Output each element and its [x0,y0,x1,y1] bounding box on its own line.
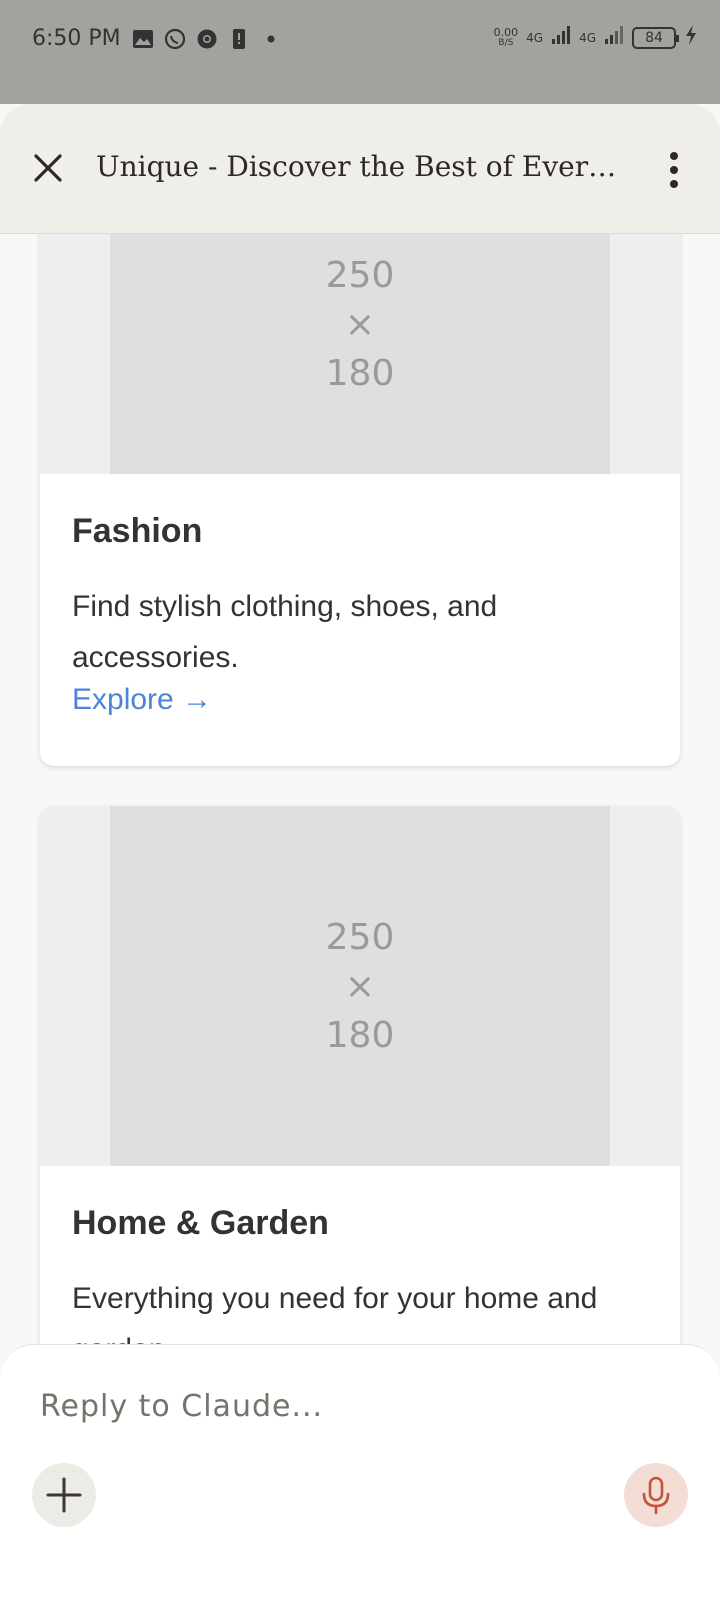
network-speed: 0.00 B/S [494,27,519,49]
kebab-dot [670,166,678,174]
notification-icons [132,28,282,50]
card-image-area: 250 × 180 [40,234,680,474]
voice-input-button[interactable] [624,1463,688,1527]
system-status-icons: 0.00 B/S 4G 4G 84 [494,24,698,51]
category-card-home-garden: 250 × 180 Home & Garden Everything you n… [40,806,680,1344]
kebab-dot [670,180,678,188]
placeholder-height: 180 [325,1014,395,1056]
card-body: Home & Garden Everything you need for yo… [40,1166,680,1344]
network-speed-unit: B/S [498,37,514,48]
whatsapp-icon [164,28,186,50]
artifact-preview[interactable]: 250 × 180 Fashion Find stylish clothing,… [0,234,720,1344]
network-speed-value: 0.00 [493,25,519,39]
signal-strength-icon [604,25,624,50]
placeholder-times: × [344,965,376,1007]
card-description: Find stylish clothing, shoes, and access… [72,590,498,674]
chrome-icon [196,28,218,50]
card-image-area: 250 × 180 [40,806,680,1166]
close-button[interactable] [28,148,68,188]
artifact-header: Unique - Discover the Best of Every... [0,104,720,234]
microphone-icon [642,1476,670,1515]
page-title: Unique - Discover the Best of Every... [96,150,626,183]
category-card-fashion: 250 × 180 Fashion Find stylish clothing,… [40,234,680,766]
add-attachment-button[interactable] [32,1463,96,1527]
kebab-menu-icon [670,152,678,160]
gallery-icon [132,28,154,50]
close-icon [34,154,62,182]
placeholder-width: 250 [325,916,395,958]
placeholder-height: 180 [325,352,395,394]
card-description: Everything you need for your home and ga… [72,1282,598,1344]
placeholder-times: × [344,303,376,345]
sim2-network-label: 4G [579,30,596,45]
status-time: 6:50 PM [32,26,121,51]
battery-icon: 84 [632,26,679,49]
explore-link[interactable]: Explore → [72,683,212,717]
reply-input[interactable] [40,1381,680,1431]
phone-alert-icon [228,28,250,50]
signal-strength-icon [551,25,571,50]
status-bar: 6:50 PM 0.00 B/S 4G 4G 84 [0,0,720,104]
reply-composer [0,1344,720,1612]
card-body: Fashion Find stylish clothing, shoes, an… [40,474,680,755]
sim1-network-label: 4G [526,30,544,45]
charging-bolt-icon [684,24,698,51]
placeholder-image: 250 × 180 [110,806,610,1166]
placeholder-width: 250 [325,254,395,296]
more-options-button[interactable] [664,148,684,192]
placeholder-image: 250 × 180 [110,234,610,474]
card-title: Home & Garden [72,1204,329,1242]
plus-icon [46,1477,82,1513]
card-title: Fashion [72,512,203,550]
more-notifications-dot-icon [260,28,282,50]
